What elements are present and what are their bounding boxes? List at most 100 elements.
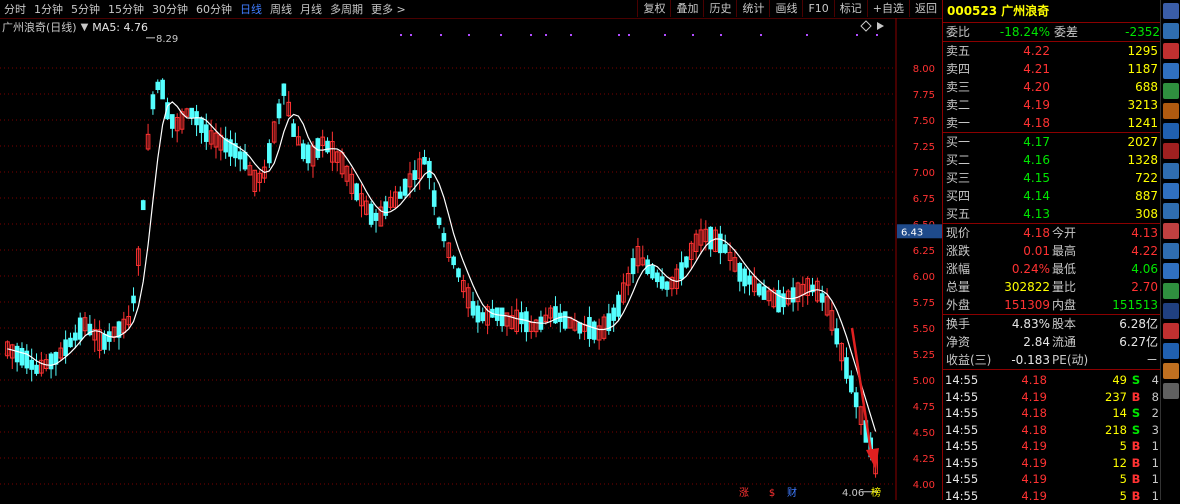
candle-body xyxy=(190,108,194,117)
doc-icon[interactable] xyxy=(1163,183,1179,199)
tick-volume: 218 xyxy=(1047,422,1127,439)
f10-icon[interactable] xyxy=(1163,163,1179,179)
news-icon[interactable] xyxy=(1163,223,1179,239)
mark-button[interactable]: 标记 xyxy=(834,0,867,17)
ask-price: 4.19 xyxy=(984,96,1050,114)
back-button[interactable]: 返回 xyxy=(909,0,942,17)
event-marker xyxy=(628,34,630,36)
grid3-icon[interactable] xyxy=(1163,243,1179,259)
kline-chart[interactable]: 8.007.757.507.257.006.756.506.256.005.75… xyxy=(0,18,942,500)
bars2-icon[interactable] xyxy=(1163,283,1179,299)
ask-row: 卖一4.181241 xyxy=(943,114,1161,132)
grid-icon[interactable] xyxy=(1163,23,1179,39)
add-watchlist-button[interactable]: +自选 xyxy=(867,0,909,17)
grid2-icon[interactable] xyxy=(1163,203,1179,219)
stat-label: 收益(三) xyxy=(943,351,984,369)
ask-label: 卖一 xyxy=(943,114,984,132)
y-tick-label: 6.25 xyxy=(913,246,935,257)
rsi-icon[interactable] xyxy=(1163,303,1179,319)
candle-body xyxy=(631,259,635,274)
bid-row: 买二4.161328 xyxy=(943,151,1161,169)
event-marker xyxy=(410,34,412,36)
tab-daily[interactable]: 日线 xyxy=(236,1,266,17)
stats-button[interactable]: 统计 xyxy=(736,0,769,17)
stat-label: 涨幅 xyxy=(943,260,984,278)
y-tick-label: 7.00 xyxy=(913,168,935,179)
y-tick-label: 4.50 xyxy=(913,428,935,439)
ask-row: 卖四4.211187 xyxy=(943,60,1161,78)
bid-label: 买四 xyxy=(943,187,984,205)
candle-icon[interactable] xyxy=(1163,143,1179,159)
tick-side: B xyxy=(1127,471,1145,488)
candle-body xyxy=(481,313,485,321)
bid-label: 买三 xyxy=(943,169,984,187)
candle-body xyxy=(457,269,461,277)
tick-row: 14:554.195B1 xyxy=(943,438,1161,455)
bid-price: 4.14 xyxy=(984,187,1050,205)
ma5-line xyxy=(7,102,875,432)
candle-body xyxy=(651,266,655,278)
candle-body xyxy=(428,161,432,177)
candle-body xyxy=(69,338,73,346)
candle-body xyxy=(738,264,742,282)
tab-more[interactable]: 更多 > xyxy=(367,1,410,17)
list2-icon[interactable] xyxy=(1163,263,1179,279)
stat-row: 收益(三)-0.183PE(动)－ xyxy=(943,351,1161,369)
chevron-down-icon[interactable]: ▼ xyxy=(81,22,89,33)
y-tick-label: 5.00 xyxy=(913,376,935,387)
overlay-button[interactable]: 叠加 xyxy=(670,0,703,17)
tab-weekly[interactable]: 周线 xyxy=(266,1,296,17)
tab-monthly[interactable]: 月线 xyxy=(296,1,326,17)
bars-icon[interactable] xyxy=(1163,123,1179,139)
people-icon[interactable] xyxy=(1163,323,1179,339)
ask-row: 卖五4.221295 xyxy=(943,42,1161,60)
candle-body xyxy=(35,365,39,373)
candle-body xyxy=(854,393,858,407)
tab-15min[interactable]: 15分钟 xyxy=(104,1,148,17)
price-marker-label: 6.43 xyxy=(901,227,923,238)
y-tick-label: 6.00 xyxy=(913,272,935,283)
tick-volume: 237 xyxy=(1047,389,1127,406)
candle-body xyxy=(326,141,330,152)
tick-row: 14:554.1912B1 xyxy=(943,455,1161,472)
table-icon[interactable] xyxy=(1163,83,1179,99)
candle-body xyxy=(204,125,208,142)
move-icon[interactable] xyxy=(1163,343,1179,359)
candle-body xyxy=(369,204,373,224)
tab-30min[interactable]: 30分钟 xyxy=(148,1,192,17)
adjust-button[interactable]: 复权 xyxy=(637,0,670,17)
lock-icon[interactable] xyxy=(1163,383,1179,399)
tab-60min[interactable]: 60分钟 xyxy=(192,1,236,17)
chart-icon[interactable] xyxy=(1163,43,1179,59)
candle-body xyxy=(238,152,242,159)
event-marker xyxy=(570,34,572,36)
tab-5min[interactable]: 5分钟 xyxy=(67,1,104,17)
tab-1min[interactable]: 1分钟 xyxy=(30,1,67,17)
tick-list: 14:554.1849S414:554.19237B814:554.1814S2… xyxy=(943,369,1161,504)
ask-label: 卖二 xyxy=(943,96,984,114)
candle-body xyxy=(743,269,747,286)
history-button[interactable]: 历史 xyxy=(703,0,736,17)
f10-button[interactable]: F10 xyxy=(802,0,833,17)
chart-info: 广州浪奇(日线) ▼ MA5: 4.76 xyxy=(2,20,148,34)
candle-body xyxy=(403,179,407,195)
tick-count: 2 xyxy=(1145,405,1159,422)
tick-count: 1 xyxy=(1145,438,1159,455)
pie-icon[interactable] xyxy=(1163,103,1179,119)
tick-price: 4.18 xyxy=(985,405,1047,422)
list-icon[interactable] xyxy=(1163,63,1179,79)
pencil-icon[interactable] xyxy=(1163,363,1179,379)
tick-side: B xyxy=(1127,389,1145,406)
draw-button[interactable]: 画线 xyxy=(769,0,802,17)
candle-body xyxy=(15,346,19,361)
low-label: 4.06 xyxy=(842,488,864,499)
candle-body xyxy=(316,139,320,158)
tab-fenshi[interactable]: 分时 xyxy=(0,1,30,17)
candle-body xyxy=(845,358,849,379)
bid-price: 4.16 xyxy=(984,151,1050,169)
tick-count: 4 xyxy=(1145,372,1159,389)
candle-body xyxy=(476,306,480,322)
arrows-up-icon[interactable] xyxy=(1163,3,1179,19)
tab-multi-period[interactable]: 多周期 xyxy=(326,1,367,17)
stock-header: 000523 广州浪奇 xyxy=(943,0,1161,23)
